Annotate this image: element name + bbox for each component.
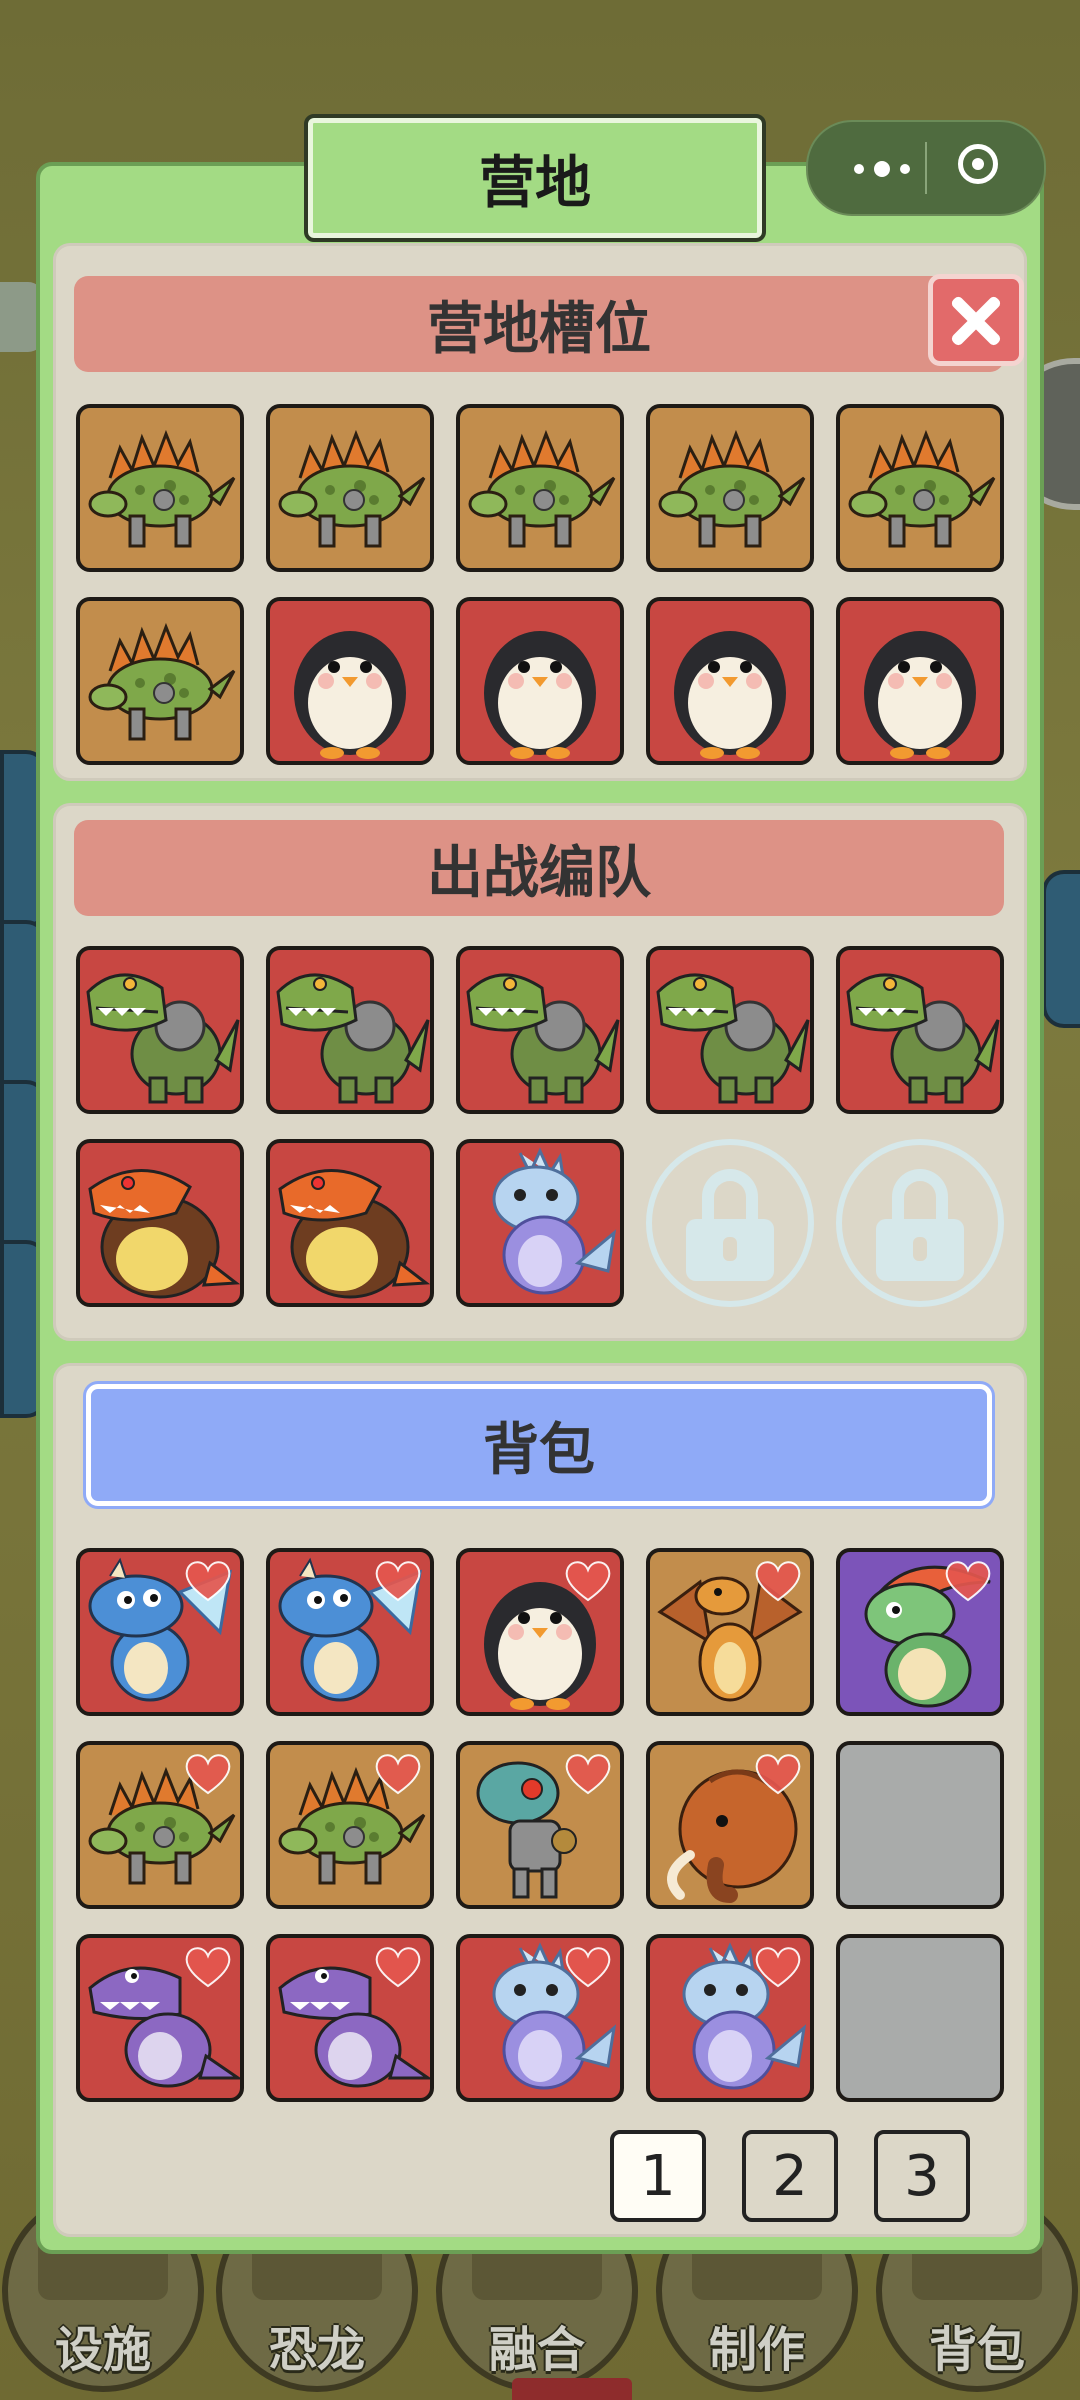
heart-icon [182,1749,234,1797]
backpack-slot[interactable] [266,1741,434,1909]
camp-slot[interactable] [646,404,814,572]
camp-slot[interactable] [266,404,434,572]
team-slot[interactable] [836,946,1004,1114]
heart-icon [752,1942,804,1990]
nav-label: 制作 [708,2322,805,2378]
more-icon[interactable] [842,146,928,190]
team-slot[interactable] [266,946,434,1114]
heart-icon [562,1749,614,1797]
camp-slot[interactable] [836,404,1004,572]
camp-slot[interactable] [76,597,244,765]
panel-title: 营地 [304,114,766,242]
page-button-2[interactable]: 2 [742,2130,838,2222]
camp-slots-section: 营地槽位 [56,246,1024,778]
backpack-slot[interactable] [646,1934,814,2102]
backpack-empty-slot[interactable] [836,1934,1004,2102]
team-slot[interactable] [456,1139,624,1307]
backpack-slot[interactable] [266,1934,434,2102]
nav-label: 背包 [928,2322,1025,2378]
camp-slot[interactable] [456,597,624,765]
nav-label: 恐龙 [268,2322,365,2378]
backpack-slot[interactable] [456,1934,624,2102]
team-locked-slot[interactable] [836,1139,1004,1307]
team-slot[interactable] [266,1139,434,1307]
team-locked-slot[interactable] [646,1139,814,1307]
heart-icon [562,1556,614,1604]
backpack-slot[interactable] [646,1741,814,1909]
background-side-tab [1042,870,1080,1028]
backpack-slot[interactable] [456,1741,624,1909]
backpack-slot[interactable] [76,1934,244,2102]
backpack-slot[interactable] [456,1548,624,1716]
page-button-1[interactable]: 1 [610,2130,706,2222]
close-button[interactable] [928,274,1024,366]
heart-icon [752,1556,804,1604]
camp-slot[interactable] [646,597,814,765]
backpack-section: 背包 [56,1366,1024,2234]
heart-icon [372,1556,424,1604]
backpack-slot[interactable] [266,1548,434,1716]
camp-slot[interactable] [836,597,1004,765]
heart-icon [182,1556,234,1604]
page-button-3[interactable]: 3 [874,2130,970,2222]
exit-mini-program-icon[interactable] [958,144,998,184]
backpack-slot[interactable] [76,1741,244,1909]
battle-team-section: 出战编队 [56,806,1024,1338]
battle-team-header: 出战编队 [74,820,1004,916]
heart-icon [182,1942,234,1990]
heart-icon [562,1942,614,1990]
camp-slots-header: 营地槽位 [74,276,1004,372]
backpack-empty-slot[interactable] [836,1741,1004,1909]
team-slot[interactable] [646,946,814,1114]
mini-program-capsule [806,120,1046,216]
heart-icon [372,1749,424,1797]
backpack-header: 背包 [86,1384,992,1506]
team-slot[interactable] [456,946,624,1114]
team-slot[interactable] [76,1139,244,1307]
nav-label: 融合 [488,2322,585,2378]
heart-icon [752,1749,804,1797]
backpack-slot[interactable] [76,1548,244,1716]
bottom-nav: 设施 恐龙 融合 制作 背包 [0,2190,1080,2400]
team-slot[interactable] [76,946,244,1114]
camp-slot[interactable] [456,404,624,572]
heart-icon [942,1556,994,1604]
nav-red-tag [512,2378,632,2400]
heart-icon [372,1942,424,1990]
camp-slot[interactable] [76,404,244,572]
backpack-slot[interactable] [646,1548,814,1716]
camp-slot[interactable] [266,597,434,765]
nav-label: 设施 [54,2322,151,2378]
backpack-slot[interactable] [836,1548,1004,1716]
